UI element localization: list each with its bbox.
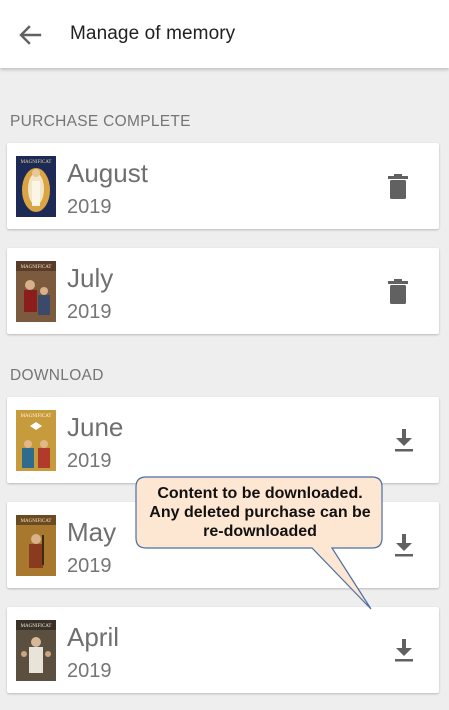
download-icon bbox=[395, 429, 413, 452]
memory-item-july[interactable]: MAGNIFICAT July 2019 bbox=[7, 248, 439, 334]
item-year: 2019 bbox=[67, 450, 112, 472]
item-month: August bbox=[67, 158, 148, 188]
item-month: June bbox=[67, 412, 124, 442]
memory-item-june[interactable]: MAGNIFICAT June 2019 bbox=[7, 397, 439, 483]
item-month: May bbox=[67, 517, 117, 547]
download-icon bbox=[395, 534, 413, 557]
download-button[interactable] bbox=[391, 427, 417, 453]
cover-thumbnail: MAGNIFICAT bbox=[16, 515, 56, 576]
section-header-purchase: PURCHASE COMPLETE bbox=[10, 113, 191, 130]
cover-title: MAGNIFICAT bbox=[21, 519, 52, 524]
callout-line-3: re-downloaded bbox=[203, 523, 317, 540]
cover-title: MAGNIFICAT bbox=[21, 414, 52, 419]
item-month: July bbox=[67, 263, 114, 293]
memory-item-april[interactable]: MAGNIFICAT April 2019 bbox=[7, 607, 439, 693]
item-year: 2019 bbox=[67, 660, 112, 682]
memory-item-august[interactable]: MAGNIFICAT August 2019 bbox=[7, 143, 439, 229]
download-button[interactable] bbox=[391, 637, 417, 663]
callout-line-1: Content to be downloaded. bbox=[157, 485, 363, 502]
cover-thumbnail: MAGNIFICAT bbox=[16, 410, 56, 471]
download-icon bbox=[395, 639, 413, 662]
item-year: 2019 bbox=[67, 196, 112, 218]
cover-thumbnail: MAGNIFICAT bbox=[16, 261, 56, 322]
cover-title: MAGNIFICAT bbox=[21, 265, 52, 270]
arrow-left-icon bbox=[19, 25, 42, 45]
item-year: 2019 bbox=[67, 301, 112, 323]
callout-text: Content to be downloaded. Any deleted pu… bbox=[138, 484, 382, 541]
cover-title: MAGNIFICAT bbox=[21, 624, 52, 629]
back-button[interactable] bbox=[14, 20, 46, 50]
delete-button[interactable] bbox=[387, 174, 413, 200]
download-button[interactable] bbox=[391, 532, 417, 558]
callout-bubble bbox=[135, 476, 383, 610]
page-title: Manage of memory bbox=[70, 23, 236, 44]
trash-icon bbox=[388, 174, 408, 199]
callout-line-2: Any deleted purchase can be bbox=[149, 504, 371, 521]
cover-title: MAGNIFICAT bbox=[21, 160, 52, 165]
delete-button[interactable] bbox=[387, 279, 413, 305]
cover-thumbnail: MAGNIFICAT bbox=[16, 620, 56, 681]
section-header-download: DOWNLOAD bbox=[10, 367, 104, 384]
item-month: April bbox=[67, 622, 120, 652]
item-year: 2019 bbox=[67, 555, 112, 577]
cover-thumbnail: MAGNIFICAT bbox=[16, 156, 56, 217]
app-bar: Manage of memory bbox=[0, 0, 449, 68]
trash-icon bbox=[388, 279, 408, 304]
